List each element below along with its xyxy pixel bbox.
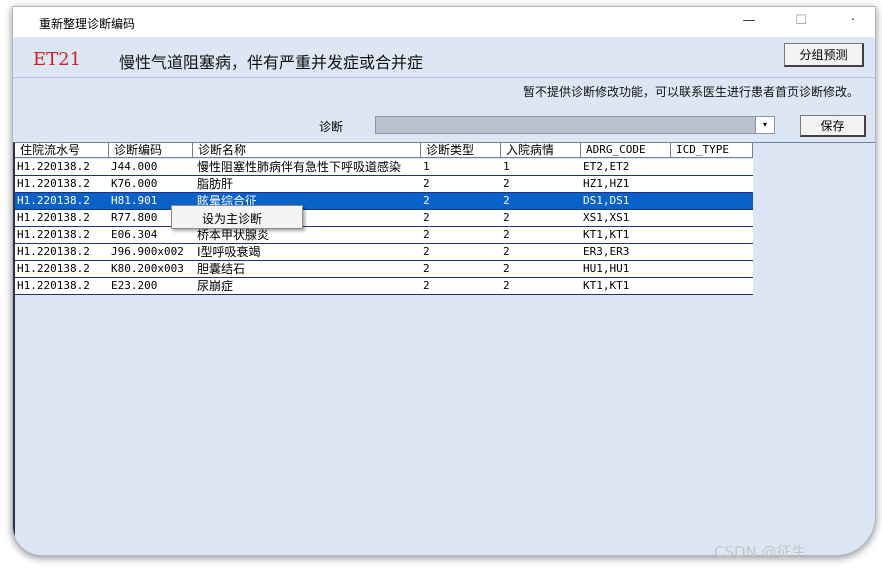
table-row[interactable]: H1.220138.2 K76.000 脂肪肝 2 2 HZ1,HZ1 [15, 176, 753, 193]
table-row[interactable]: H1.220138.2 J44.000 慢性阻塞性肺病伴有急性下呼吸道感染 1 1 ET2… [15, 159, 753, 176]
table-cell [671, 210, 753, 226]
table-cell: H1.220138.2 [17, 194, 90, 207]
group-header: ET21 慢性气道阻塞病，伴有严重并发症或合并症 分组预测 [13, 37, 875, 78]
table-cell: 2 [503, 262, 510, 275]
table-row[interactable]: H1.220138.2 J96.900x002 I型呼吸衰竭 2 2 ER3,ER3 [15, 244, 753, 261]
table-cell: 2 [503, 211, 510, 224]
minimize-icon[interactable]: — [735, 11, 763, 31]
chevron-down-icon[interactable]: ▾ [755, 117, 774, 133]
menu-item-set-primary[interactable]: 设为主诊断 [202, 210, 262, 227]
table-cell: 2 [423, 228, 430, 241]
table-cell: 胆囊结石 [197, 262, 246, 276]
table-cell: J96.900x002 [111, 245, 184, 258]
table-row[interactable]: H1.220138.2 E23.200 尿崩症 2 2 KT1,KT1 [15, 278, 753, 295]
table-cell: H1.220138.2 [17, 245, 90, 258]
column-header[interactable]: ICD_TYPE [671, 143, 753, 158]
table-row[interactable]: H1.220138.2 E06.304 桥本甲状腺炎 2 2 KT1,KT1 [15, 227, 753, 244]
group-predict-button[interactable]: 分组预测 [784, 43, 864, 67]
table-cell [671, 159, 753, 175]
title-bar: 重新整理诊断编码 — ☐ · [13, 7, 875, 37]
diagnosis-table: 住院流水号 诊断编码 诊断名称 诊断类型 入院病情 ADRG_CODE ICD_… [13, 142, 875, 555]
table-cell: KT1,KT1 [583, 279, 630, 292]
table-cell: 1 [503, 160, 510, 173]
table-header: 住院流水号 诊断编码 诊断名称 诊断类型 入院病情 ADRG_CODE ICD_… [15, 143, 753, 159]
table-cell: 2 [423, 194, 430, 207]
table-cell: 2 [423, 245, 430, 258]
save-button[interactable]: 保存 [800, 115, 866, 137]
table-cell: H1.220138.2 [17, 177, 90, 190]
diagnosis-select[interactable]: ▾ [375, 116, 775, 134]
table-cell: H1.220138.2 [17, 262, 90, 275]
table-cell [671, 227, 753, 243]
table-cell: E06.304 [111, 228, 158, 241]
table-cell: HZ1,HZ1 [583, 177, 630, 190]
table-cell: 脂肪肝 [197, 177, 234, 191]
table-cell: K80.200x003 [111, 262, 184, 275]
table-cell: 2 [503, 194, 510, 207]
table-cell: H1.220138.2 [17, 160, 90, 173]
table-cell: 2 [503, 177, 510, 190]
table-cell: H1.220138.2 [17, 279, 90, 292]
table-cell: 2 [423, 279, 430, 292]
table-cell [671, 261, 753, 277]
context-menu: 设为主诊断 [171, 205, 303, 229]
table-cell: 2 [503, 245, 510, 258]
column-header[interactable]: 诊断编码 [109, 143, 193, 158]
column-header[interactable]: 住院流水号 [15, 143, 109, 158]
drg-group-code: ET21 [33, 49, 82, 70]
column-header[interactable]: ADRG_CODE [581, 143, 671, 158]
table-cell: 2 [503, 279, 510, 292]
table-cell: ER3,ER3 [583, 245, 630, 258]
table-cell: I型呼吸衰竭 [197, 245, 261, 259]
table-cell: 2 [423, 177, 430, 190]
close-icon[interactable]: · [839, 11, 867, 31]
app-window: 重新整理诊断编码 — ☐ · ET21 慢性气道阻塞病，伴有严重并发症或合并症 … [12, 6, 876, 556]
table-cell [671, 278, 753, 294]
table-cell: E23.200 [111, 279, 158, 292]
table-cell: 2 [503, 228, 510, 241]
table-cell: DS1,DS1 [583, 194, 630, 207]
table-cell: HU1,HU1 [583, 262, 630, 275]
window-title: 重新整理诊断编码 [39, 17, 136, 31]
column-header[interactable]: 诊断类型 [421, 143, 501, 158]
table-body: H1.220138.2 J44.000 慢性阻塞性肺病伴有急性下呼吸道感染 1 1 ET2… [15, 159, 753, 295]
table-cell: ET2,ET2 [583, 160, 630, 173]
table-row[interactable]: H1.220138.2 K80.200x003 胆囊结石 2 2 HU1,HU1 [15, 261, 753, 278]
table-cell: XS1,XS1 [583, 211, 630, 224]
table-cell: 尿崩症 [197, 279, 234, 293]
table-cell: K76.000 [111, 177, 158, 190]
table-cell: J44.000 [111, 160, 158, 173]
table-cell: 2 [423, 262, 430, 275]
table-row[interactable]: H1.220138.2 R77.800 2 2 XS1,XS1 [15, 210, 753, 227]
column-header[interactable]: 入院病情 [501, 143, 581, 158]
table-cell [671, 244, 753, 260]
table-cell: 1 [423, 160, 430, 173]
column-header[interactable]: 诊断名称 [193, 143, 421, 158]
table-row[interactable]: H1.220138.2 H81.901 眩晕综合征 2 2 DS1,DS1 [15, 193, 753, 210]
table-cell: KT1,KT1 [583, 228, 630, 241]
diagnosis-label: 诊断 [319, 120, 344, 134]
table-cell: H1.220138.2 [17, 228, 90, 241]
table-cell: 桥本甲状腺炎 [197, 228, 270, 242]
watermark-text: CSDN @征生 [714, 543, 807, 561]
table-cell: 2 [423, 211, 430, 224]
table-cell: H1.220138.2 [17, 211, 90, 224]
table-cell [671, 193, 753, 209]
table-cell: 慢性阻塞性肺病伴有急性下呼吸道感染 [197, 160, 402, 174]
drg-group-name: 慢性气道阻塞病，伴有严重并发症或合并症 [119, 53, 424, 72]
notice-text: 暂不提供诊断修改功能，可以联系医生进行患者首页诊断修改。 [522, 85, 859, 99]
maximize-icon[interactable]: ☐ [787, 11, 815, 31]
table-cell [671, 176, 753, 192]
